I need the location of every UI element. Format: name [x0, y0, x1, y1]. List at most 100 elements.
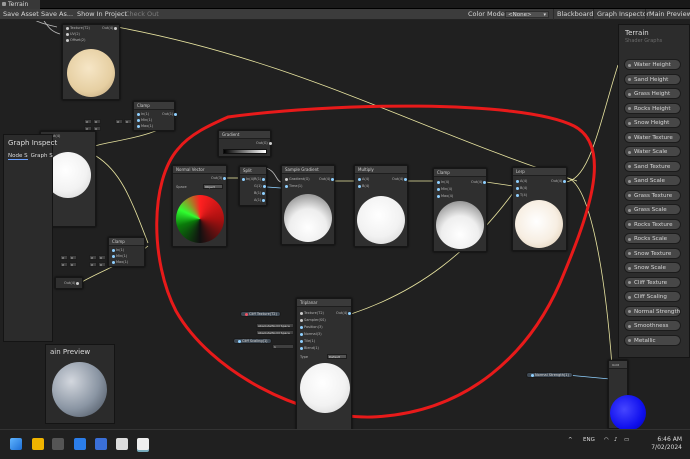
inline-value[interactable]: 0 [93, 119, 101, 124]
blackboard-property[interactable]: Sand Scale [624, 175, 681, 186]
save-asset-button[interactable]: Save Asset [0, 9, 42, 20]
inline-value-x[interactable]: X [89, 262, 97, 267]
inline-value[interactable]: 0 [98, 255, 106, 260]
color-mode-label: Color Mode [468, 10, 505, 18]
position-space-field[interactable]: AbsoluteWorld Space [256, 323, 294, 328]
node-multiply[interactable]: Multiply A(4) B(4) Out(4) [354, 165, 408, 247]
language-indicator[interactable]: ENG [583, 437, 595, 443]
blackboard-property-label: Sand Height [634, 76, 669, 83]
node-split[interactable]: Split In(4) R(1) G(1) B(1) A(1) [239, 166, 267, 206]
node-lerp[interactable]: Lerp A(4) B(4) T(4) Out(4) [512, 167, 567, 251]
graph-canvas[interactable]: Texture(T2) UV(2) Offset(2) Out(4) Clamp… [0, 21, 690, 429]
blackboard-property-label: Snow Texture [634, 250, 672, 257]
blackboard-property[interactable]: Grass Scale [624, 204, 681, 215]
node-preview [610, 395, 646, 429]
blackboard-property[interactable]: Snow TextureT [624, 247, 681, 259]
blackboard-property-label: Grass Height [634, 91, 671, 97]
gradient-swatch[interactable] [223, 149, 267, 154]
blackboard-property-label: Water Scale [634, 149, 668, 155]
blackboard-property[interactable]: Grass Height [624, 88, 681, 99]
volume-icon[interactable]: ♪ [614, 437, 618, 443]
check-out-button[interactable]: Check Out [122, 9, 162, 20]
blackboard-property[interactable]: Cliff Scaling [624, 291, 681, 302]
main-preview-button[interactable]: Main Preview [645, 9, 690, 20]
inline-value-x[interactable]: X [84, 119, 92, 124]
blackboard-property-label: Grass Scale [634, 207, 667, 213]
cliff-scaling-property-node[interactable]: Cliff Scaling(1) [233, 338, 272, 344]
blackboard-property[interactable]: Rocks Height [624, 102, 681, 114]
blackboard-property-label: Water Texture [634, 134, 673, 141]
blackboard-property[interactable]: Normal Strength [624, 305, 681, 317]
blackboard-property[interactable]: Sand TextureT [624, 160, 681, 172]
node-preview [284, 194, 332, 242]
blackboard-property[interactable]: Cliff TextureT [624, 276, 681, 288]
inline-value-x[interactable]: X [60, 255, 68, 260]
blackboard-property[interactable]: Smoothness [624, 320, 681, 331]
blackboard-property[interactable]: Grass TextureT [624, 189, 681, 201]
blackboard-property[interactable]: Metallic [624, 334, 681, 346]
toolbar: Save Asset Save As... Show In Project Ch… [0, 9, 690, 20]
inline-value[interactable]: 0 [98, 262, 106, 267]
translate-icon[interactable] [95, 438, 107, 450]
edge [265, 167, 282, 183]
blackboard-property[interactable]: Rocks Scale [624, 233, 681, 244]
graph-inspector-button[interactable]: Graph Inspector [593, 9, 652, 20]
node-gradient[interactable]: Gradient Out(G) [218, 130, 272, 157]
tab-node-settings[interactable]: Node S [8, 153, 28, 160]
edge [564, 64, 619, 183]
app-icon[interactable] [52, 438, 64, 450]
inline-value-x[interactable]: X [89, 255, 97, 260]
graph-inspector-panel: Graph Inspect Node S Graph S [3, 134, 57, 342]
normal-space-field[interactable]: AbsoluteWorld Space [256, 330, 294, 335]
blackboard-property-label: Sand Scale [634, 178, 665, 184]
window-tab[interactable]: Terrain [0, 0, 40, 9]
node-master[interactable]: Unlit [608, 360, 646, 429]
save-as-button[interactable]: Save As... [38, 9, 76, 20]
inline-value-x[interactable]: X [115, 119, 123, 124]
node-clamp-left[interactable]: Clamp In(1) Min(1) Max(1) [108, 237, 145, 267]
main-preview-sphere[interactable] [52, 362, 107, 417]
node-normal-vector[interactable]: Normal Vector Out(3) Space Object [172, 165, 227, 247]
blackboard-property-label: Rocks Texture [634, 221, 673, 228]
unity-hub-icon[interactable] [116, 438, 128, 450]
blackboard-subtitle: Shader Graphs [625, 38, 663, 44]
blackboard-property-label: Cliff Texture [634, 279, 668, 286]
file-explorer-icon[interactable] [32, 438, 44, 450]
battery-icon[interactable]: ▭ [624, 437, 629, 443]
blackboard-property[interactable]: Water Scale [624, 146, 681, 157]
wifi-icon[interactable]: ◠ [604, 437, 609, 443]
blackboard-property[interactable]: Snow Height [624, 117, 681, 128]
color-mode-select[interactable]: <None> ▾ [505, 11, 549, 18]
chat-icon[interactable] [74, 438, 86, 450]
shader-graph-window: Terrain Save Asset Save As... Show In Pr… [0, 0, 690, 459]
clock-time: 6:46 AM [657, 436, 682, 443]
blackboard-property[interactable]: Water TextureT [624, 131, 681, 143]
node-clamp-mid[interactable]: Clamp In(4) Min(4) Max(4) Out(4) [433, 168, 487, 252]
blend-value-field[interactable]: 1 [272, 344, 294, 349]
blackboard-button[interactable]: Blackboard [553, 9, 596, 20]
type-dropdown[interactable]: Default [327, 354, 347, 359]
node-triplanar[interactable]: Triplanar Texture(T2) Sampler(SS) Positi… [296, 298, 352, 429]
node-top-texture[interactable]: Texture(T2) UV(2) Offset(2) Out(4) [62, 24, 120, 100]
space-dropdown[interactable]: Object [203, 184, 223, 189]
inline-value[interactable]: 0 [69, 262, 77, 267]
cliff-texture-property-node[interactable]: Cliff Texture(T2) [240, 311, 281, 317]
inline-value[interactable]: 0 [69, 255, 77, 260]
windows-start-icon[interactable] [10, 438, 22, 450]
blackboard-property[interactable]: Water Height [624, 59, 681, 70]
unity-editor-icon[interactable] [137, 438, 149, 450]
blackboard-property[interactable]: Rocks TextureT [624, 218, 681, 230]
blackboard-property[interactable]: Sand Height [624, 73, 681, 85]
inline-value[interactable]: 0 [124, 119, 132, 124]
node-sample-gradient[interactable]: Sample Gradient Gradient(G) Time(1) Out(… [281, 165, 335, 245]
blackboard-property[interactable]: Snow Scale [624, 262, 681, 273]
blackboard-property-label: Smoothness [634, 323, 669, 329]
system-clock[interactable]: 6:46 AM 7/02/2024 [651, 436, 682, 452]
normal-strength-property-node[interactable]: Normal Strength(1) [526, 372, 573, 378]
blackboard-panel: Terrain Shader Graphs Water Height Sand H… [618, 24, 690, 358]
node-clamp-top[interactable]: Clamp In(1) Min(1) Max(1) Out(1) [133, 101, 178, 131]
node-left-out[interactable]: Out(4) [55, 277, 83, 289]
inline-value-x[interactable]: X [60, 262, 68, 267]
tray-chevron-icon[interactable]: ^ [568, 437, 573, 443]
tab-graph-settings[interactable]: Graph S [31, 153, 53, 159]
